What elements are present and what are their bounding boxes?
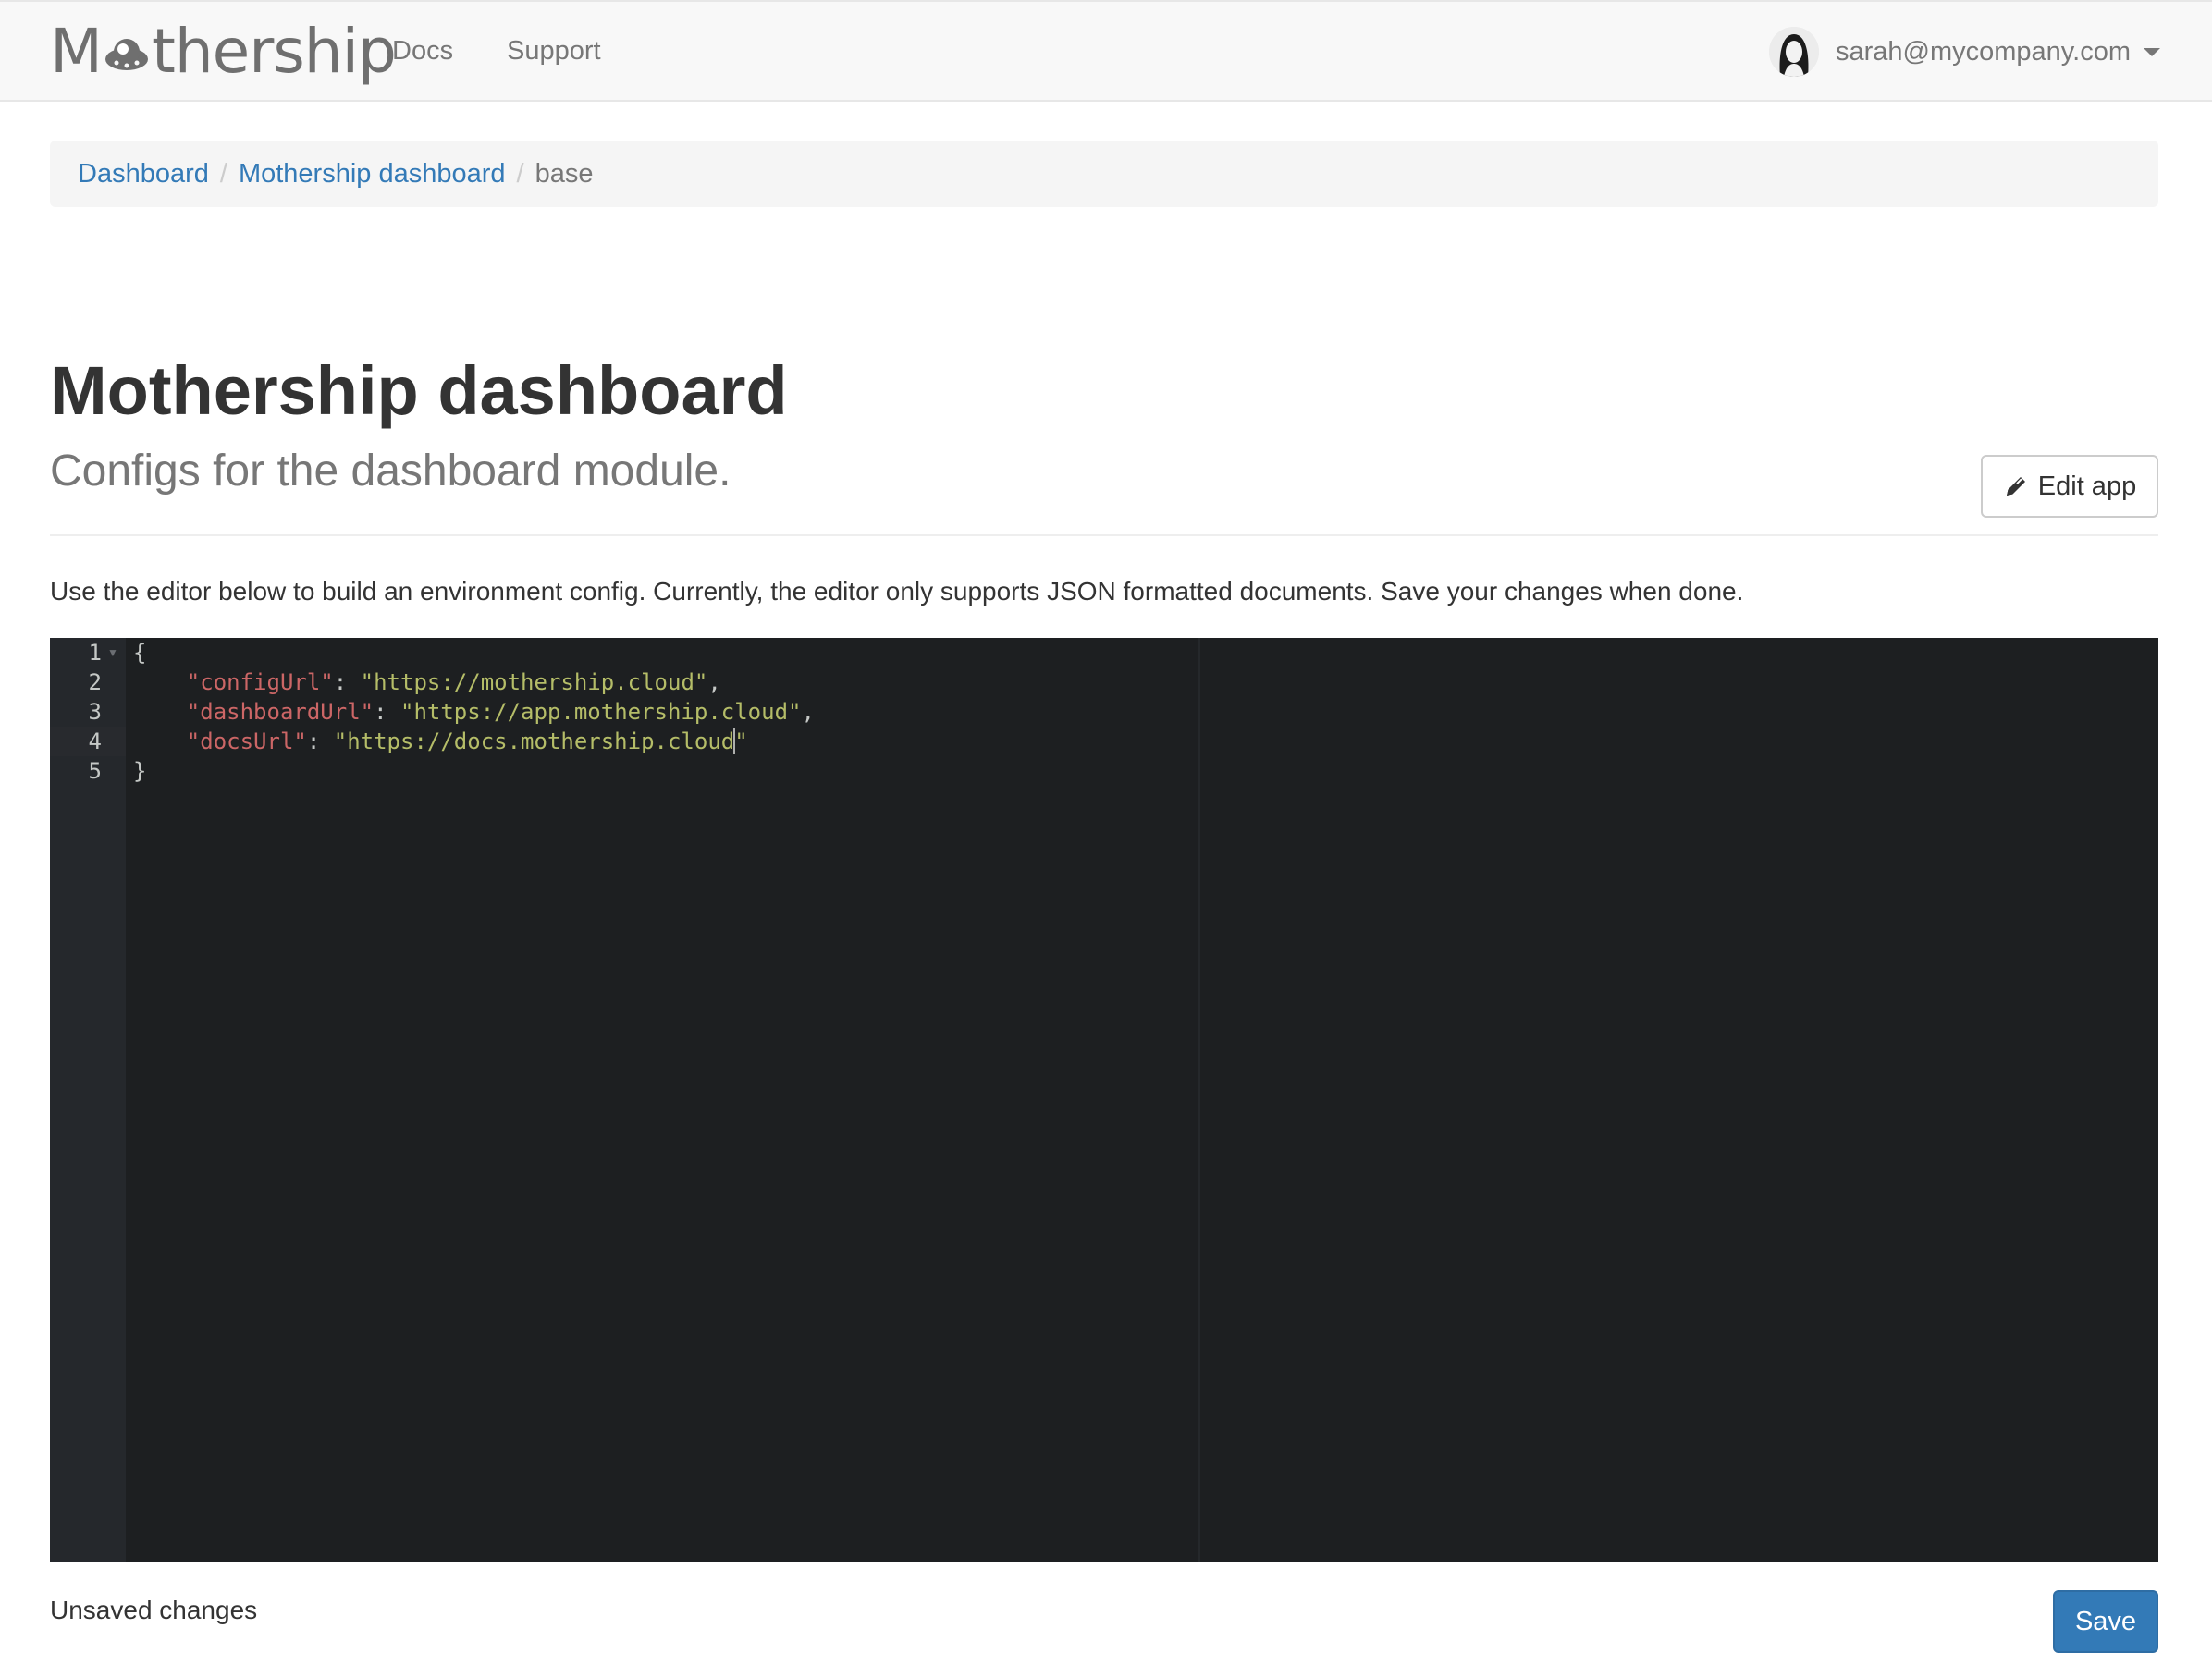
top-navbar: M thership Docs Support sarah@mycompany.…: [0, 0, 2212, 102]
json-colon: :: [333, 669, 361, 695]
breadcrumb-dashboard[interactable]: Dashboard: [78, 159, 209, 190]
user-email: sarah@mycompany.com: [1836, 36, 2131, 67]
pencil-icon: [2006, 477, 2025, 496]
json-key: "configUrl": [186, 669, 334, 695]
code-line: {: [133, 638, 146, 667]
json-brace: }: [133, 758, 147, 784]
line-number: 5: [88, 758, 102, 784]
json-colon: :: [306, 728, 334, 754]
line-number: 1: [88, 640, 102, 666]
edit-app-label: Edit app: [2037, 471, 2137, 501]
ufo-icon: [104, 39, 148, 70]
code-line: "docsUrl": "https://docs.mothership.clou…: [133, 727, 748, 756]
editor-gutter: 1 ▼ 2 3 4 5: [50, 638, 126, 1562]
user-menu[interactable]: sarah@mycompany.com: [1769, 24, 2160, 80]
line-number: 2: [88, 669, 102, 695]
json-editor[interactable]: 1 ▼ 2 3 4 5 { "configUrl": "https://moth…: [50, 638, 2158, 1562]
code-line: "dashboardUrl": "https://app.mothership.…: [133, 697, 815, 727]
print-margin: [1198, 638, 1200, 1562]
brand-text-suffix: thership: [151, 16, 397, 87]
json-brace: {: [133, 640, 147, 666]
edit-app-button[interactable]: Edit app: [1981, 455, 2158, 518]
caret-down-icon: [2144, 47, 2160, 56]
json-key: "docsUrl": [186, 728, 307, 754]
json-value: "https://mothership.cloud": [360, 669, 708, 695]
brand-text-prefix: M: [50, 16, 103, 87]
breadcrumb-separator: /: [219, 158, 227, 189]
save-button[interactable]: Save: [2053, 1590, 2158, 1653]
save-status: Unsaved changes: [50, 1596, 258, 1624]
avatar: [1769, 27, 1819, 77]
json-key: "dashboardUrl": [186, 699, 375, 725]
breadcrumb: Dashboard / Mothership dashboard / base: [50, 141, 2158, 207]
json-comma: ,: [801, 699, 815, 725]
json-colon: :: [374, 699, 400, 725]
code-line: "configUrl": "https://mothership.cloud",: [133, 667, 721, 697]
line-number: 4: [88, 728, 102, 754]
page-subtitle: Configs for the dashboard module.: [50, 447, 731, 496]
user-avatar-icon: [1769, 27, 1819, 77]
breadcrumb-mothership-dashboard[interactable]: Mothership dashboard: [239, 159, 506, 190]
json-value: "https://docs.mothership.cloud: [333, 728, 735, 754]
fold-arrow-icon[interactable]: ▼: [107, 638, 118, 667]
nav-link-support[interactable]: Support: [507, 30, 601, 72]
json-value-end-quote: ": [734, 728, 748, 754]
editor-instructions: Use the editor below to build an environ…: [50, 577, 1744, 606]
brand-logo[interactable]: M thership: [50, 15, 397, 89]
breadcrumb-separator: /: [516, 158, 524, 189]
page-title: Mothership dashboard: [50, 352, 788, 429]
json-value: "https://app.mothership.cloud": [400, 699, 802, 725]
line-number: 3: [88, 699, 102, 725]
nav-link-docs[interactable]: Docs: [392, 30, 453, 72]
header-divider: [50, 534, 2158, 536]
breadcrumb-current: base: [535, 158, 594, 189]
code-line: }: [133, 756, 146, 786]
json-comma: ,: [707, 669, 721, 695]
